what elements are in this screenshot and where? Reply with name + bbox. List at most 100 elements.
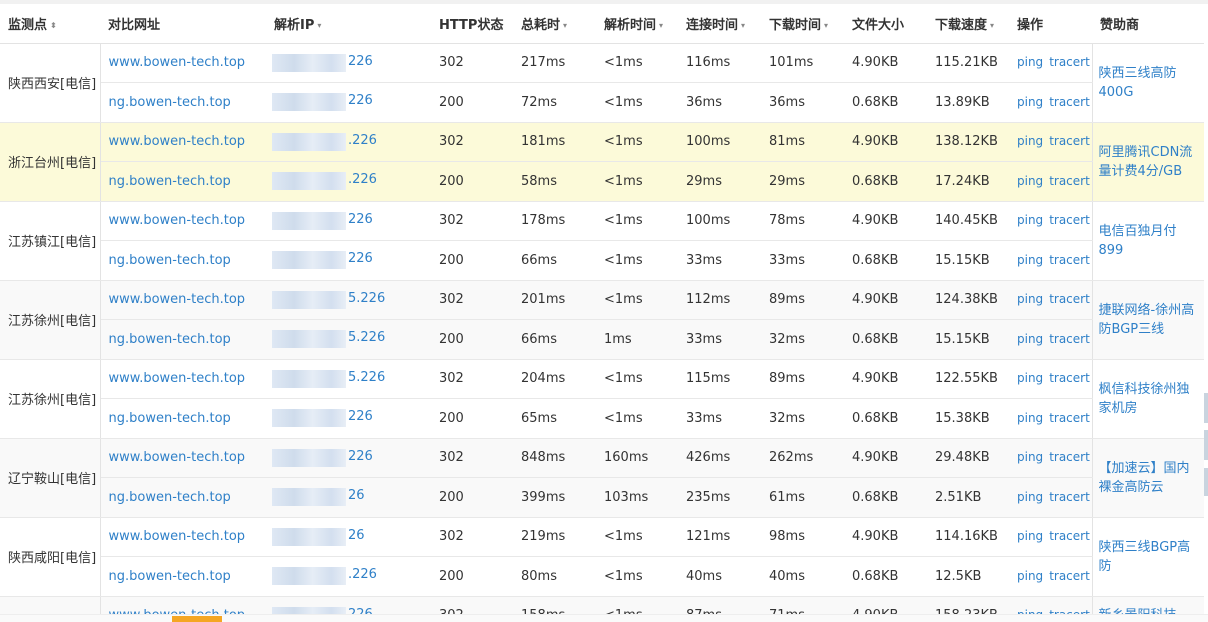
column-header-ip[interactable]: 解析IP ▾ — [266, 4, 431, 44]
compare-url-link[interactable]: ng.bowen-tech.top — [109, 95, 231, 110]
tracert-link[interactable]: tracert — [1049, 529, 1090, 543]
speed-cell: 140.45KB — [927, 201, 1009, 241]
column-header-download[interactable]: 下载时间 ▾ — [761, 4, 844, 44]
compare-url-link[interactable]: www.bowen-tech.top — [109, 134, 246, 149]
resolved-ip[interactable]: 226 — [270, 448, 373, 468]
resolved-ip-cell: 5.226 — [266, 319, 431, 360]
ping-link[interactable]: ping — [1017, 529, 1043, 543]
url-cell: ng.bowen-tech.top — [100, 398, 266, 439]
ping-link[interactable]: ping — [1017, 490, 1043, 504]
compare-url-link[interactable]: ng.bowen-tech.top — [109, 174, 231, 189]
ping-link[interactable]: ping — [1017, 174, 1043, 188]
compare-url-link[interactable]: www.bowen-tech.top — [109, 292, 246, 307]
sort-icon[interactable]: ▾ — [741, 21, 745, 30]
tracert-link[interactable]: tracert — [1049, 55, 1090, 69]
resolved-ip[interactable]: 5.226 — [270, 329, 385, 349]
resolved-ip[interactable]: 226 — [270, 250, 373, 270]
ping-link[interactable]: ping — [1017, 450, 1043, 464]
column-header-dns[interactable]: 解析时间 ▾ — [596, 4, 678, 44]
resolved-ip[interactable]: .226 — [270, 132, 377, 152]
operations-cell: ping tracert — [1009, 517, 1092, 557]
sort-icon[interactable]: ▾ — [659, 21, 663, 30]
total-cell: 80ms — [513, 556, 596, 597]
compare-url-link[interactable]: www.bowen-tech.top — [109, 450, 246, 465]
download-cell: 262ms — [761, 438, 844, 478]
column-header-total[interactable]: 总耗时 ▾ — [513, 4, 596, 44]
resolved-ip[interactable]: .226 — [270, 171, 377, 191]
tracert-link[interactable]: tracert — [1049, 332, 1090, 346]
sponsor-link[interactable]: 枫信科技徐州独家机房 — [1091, 359, 1204, 439]
tracert-link[interactable]: tracert — [1049, 569, 1090, 583]
compare-url-link[interactable]: ng.bowen-tech.top — [109, 253, 231, 268]
ping-link[interactable]: ping — [1017, 55, 1043, 69]
compare-url-link[interactable]: ng.bowen-tech.top — [109, 490, 231, 505]
status-cell: 200 — [431, 556, 513, 597]
sort-icon[interactable]: ▾ — [317, 21, 321, 30]
download-cell: 101ms — [761, 43, 844, 83]
sponsor-link[interactable]: 陕西三线高防400G — [1091, 43, 1204, 123]
tracert-link[interactable]: tracert — [1049, 450, 1090, 464]
tracert-link[interactable]: tracert — [1049, 174, 1090, 188]
resolved-ip[interactable]: 226 — [270, 408, 373, 428]
sponsor-link[interactable]: 陕西三线BGP高防 — [1091, 517, 1204, 597]
tracert-link[interactable]: tracert — [1049, 371, 1090, 385]
tracert-link[interactable]: tracert — [1049, 411, 1090, 425]
compare-url-link[interactable]: www.bowen-tech.top — [109, 371, 246, 386]
tracert-link[interactable]: tracert — [1049, 95, 1090, 109]
compare-url-link[interactable]: ng.bowen-tech.top — [109, 411, 231, 426]
compare-url-link[interactable]: www.bowen-tech.top — [109, 213, 246, 228]
scroll-indicator[interactable] — [1204, 393, 1208, 423]
tracert-link[interactable]: tracert — [1049, 253, 1090, 267]
table-row: ng.bowen-tech.top 226 200 66ms <1ms 33ms 33ms 0… — [0, 240, 1204, 281]
tracert-link[interactable]: tracert — [1049, 292, 1090, 306]
sort-icon[interactable]: ▾ — [990, 21, 994, 30]
ip-suffix: 5.226 — [348, 290, 386, 306]
ping-link[interactable]: ping — [1017, 411, 1043, 425]
sort-icon[interactable]: ▾ — [824, 21, 828, 30]
ping-link[interactable]: ping — [1017, 95, 1043, 109]
resolved-ip[interactable]: 5.226 — [270, 369, 385, 389]
ping-link[interactable]: ping — [1017, 332, 1043, 346]
speed-cell: 17.24KB — [927, 161, 1009, 202]
status-cell: 200 — [431, 161, 513, 202]
scroll-indicator[interactable] — [1204, 468, 1208, 496]
sort-icon[interactable]: ⬍ — [50, 21, 57, 30]
sponsor-link[interactable]: 电信百独月付899 — [1091, 201, 1204, 281]
ping-link[interactable]: ping — [1017, 569, 1043, 583]
download-cell: 33ms — [761, 240, 844, 281]
compare-url-link[interactable]: ng.bowen-tech.top — [109, 569, 231, 584]
scrollbar-thumb[interactable] — [172, 616, 222, 622]
size-cell: 4.90KB — [844, 517, 927, 557]
sponsor-link[interactable]: 捷联网络-徐州高防BGP三线 — [1091, 280, 1204, 360]
compare-url-link[interactable]: ng.bowen-tech.top — [109, 332, 231, 347]
horizontal-scrollbar[interactable] — [0, 614, 1208, 622]
ip-suffix: .226 — [348, 132, 377, 148]
resolved-ip[interactable]: .226 — [270, 566, 377, 586]
ping-link[interactable]: ping — [1017, 134, 1043, 148]
resolved-ip[interactable]: 226 — [270, 211, 373, 231]
column-header-speed[interactable]: 下载速度 ▾ — [927, 4, 1009, 44]
tracert-link[interactable]: tracert — [1049, 490, 1090, 504]
resolved-ip[interactable]: 26 — [270, 487, 365, 507]
ping-link[interactable]: ping — [1017, 213, 1043, 227]
column-header-connect[interactable]: 连接时间 ▾ — [678, 4, 761, 44]
ping-link[interactable]: ping — [1017, 253, 1043, 267]
ping-link[interactable]: ping — [1017, 292, 1043, 306]
sort-icon[interactable]: ▾ — [563, 21, 567, 30]
tracert-link[interactable]: tracert — [1049, 134, 1090, 148]
resolved-ip[interactable]: 226 — [270, 53, 373, 73]
resolved-ip[interactable]: 26 — [270, 527, 365, 547]
resolved-ip[interactable]: 226 — [270, 92, 373, 112]
compare-url-link[interactable]: www.bowen-tech.top — [109, 529, 246, 544]
monitor-location: 江苏徐州[电信] — [0, 280, 101, 360]
monitor-location: 浙江台州[电信] — [0, 122, 101, 202]
compare-url-link[interactable]: www.bowen-tech.top — [109, 55, 246, 70]
column-header-label: 操作 — [1017, 17, 1044, 33]
scroll-indicator[interactable] — [1204, 430, 1208, 460]
ping-link[interactable]: ping — [1017, 371, 1043, 385]
sponsor-link[interactable]: 【加速云】国内裸金高防云 — [1091, 438, 1204, 518]
sponsor-link[interactable]: 阿里腾讯CDN流量计费4分/GB — [1091, 122, 1204, 202]
resolved-ip[interactable]: 5.226 — [270, 290, 385, 310]
column-header-location[interactable]: 监测点 ⬍ — [0, 4, 100, 44]
tracert-link[interactable]: tracert — [1049, 213, 1090, 227]
